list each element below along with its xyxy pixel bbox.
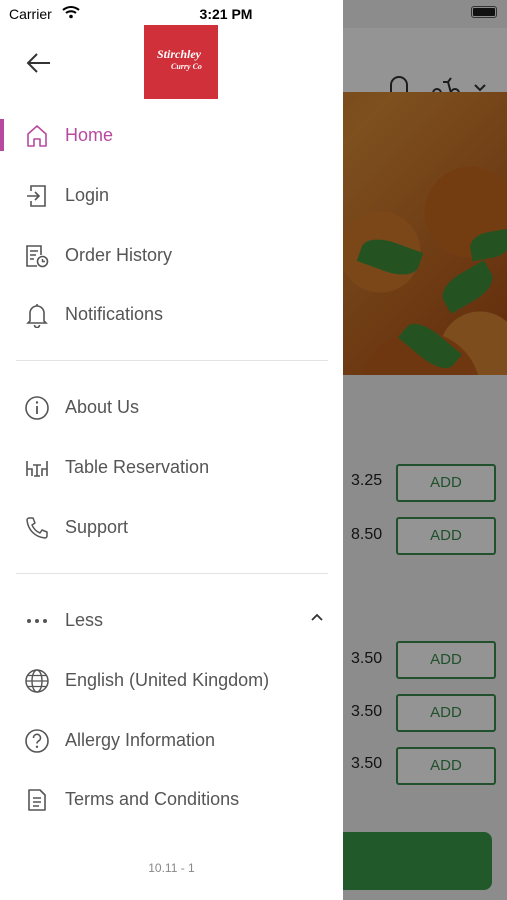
menu-item-language[interactable]: English (United Kingdom) [0, 656, 343, 704]
menu-item-label: Table Reservation [65, 457, 210, 477]
menu-item-label: Support [65, 517, 129, 537]
phone-icon [26, 517, 48, 539]
divider [16, 360, 328, 361]
menu-item-label: English (United Kingdom) [65, 670, 270, 690]
menu-item-label: Login [65, 185, 110, 205]
menu-item-label: Order History [65, 245, 173, 265]
menu-item-allergy-information[interactable]: Allergy Information [0, 716, 343, 764]
menu-item-terms-and-conditions[interactable]: Terms and Conditions [0, 775, 343, 823]
info-icon [25, 396, 49, 420]
document-icon [28, 789, 46, 811]
app-version: 10.11 - 1 [148, 861, 195, 875]
logo-line-2: Curry Co [171, 62, 202, 71]
restaurant-logo: Stirchley Curry Co [144, 25, 218, 99]
menu-item-label: Notifications [65, 304, 164, 324]
question-icon [25, 729, 49, 753]
chevron-up-icon[interactable] [310, 612, 324, 622]
menu-item-label: Allergy Information [65, 730, 216, 750]
menu-item-label: Terms and Conditions [65, 789, 240, 809]
menu-item-support[interactable]: Support [0, 503, 343, 551]
menu-item-order-history[interactable]: Order History [0, 231, 343, 279]
menu-item-login[interactable]: Login [0, 171, 343, 219]
menu-item-notifications[interactable]: Notifications [0, 290, 343, 338]
status-bar: Carrier 3:21 PM [0, 0, 507, 28]
battery-icon [471, 6, 497, 18]
back-arrow-icon[interactable] [26, 52, 52, 74]
menu-item-label: Less [65, 610, 104, 630]
divider [16, 573, 328, 574]
clock: 3:21 PM [199, 6, 253, 22]
menu-item-home[interactable]: Home [0, 111, 343, 159]
navigation-drawer: Stirchley Curry Co Home Login Order Hist… [0, 0, 343, 900]
home-icon [27, 125, 47, 147]
login-icon [27, 185, 46, 207]
more-dots-icon [27, 619, 47, 623]
menu-item-table-reservation[interactable]: Table Reservation [0, 443, 343, 491]
order-history-icon [26, 245, 49, 268]
menu-item-label: Home [65, 125, 114, 145]
table-icon [26, 461, 48, 477]
globe-icon [25, 669, 49, 693]
menu-item-less[interactable]: Less [0, 596, 343, 644]
logo-line-1: Stirchley [157, 47, 201, 61]
menu-item-label: About Us [65, 397, 140, 417]
bell-icon [26, 304, 48, 328]
menu-item-about-us[interactable]: About Us [0, 383, 343, 431]
